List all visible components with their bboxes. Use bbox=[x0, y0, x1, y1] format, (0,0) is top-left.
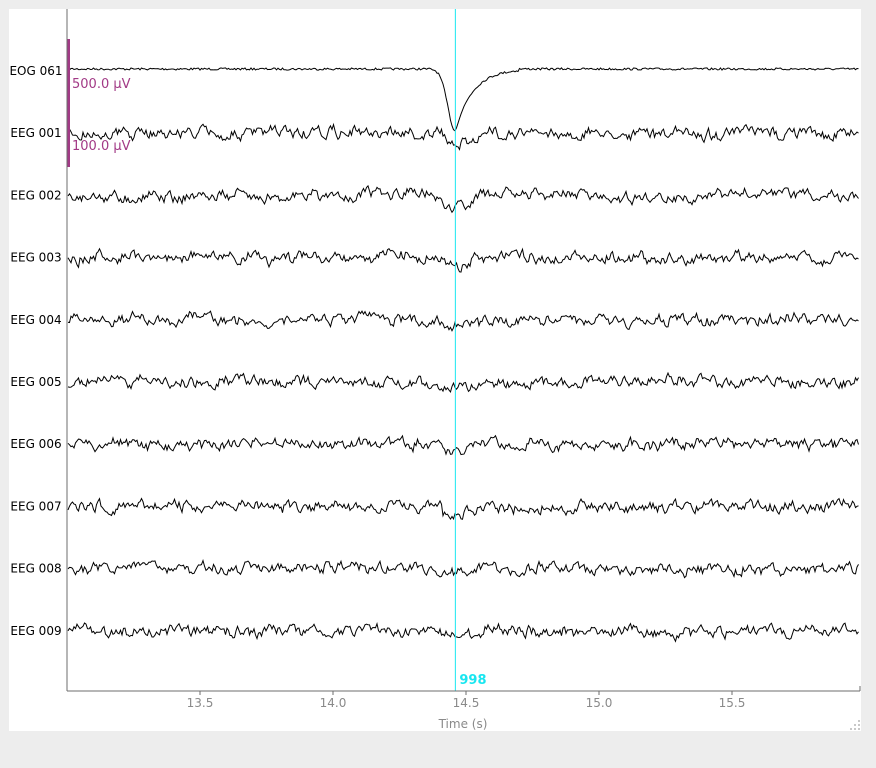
channel-trace[interactable] bbox=[67, 558, 859, 579]
channel-trace[interactable] bbox=[67, 184, 859, 214]
channel-label[interactable]: EEG 002 bbox=[10, 188, 61, 202]
raw-data-figure[interactable]: EOG 061 EEG 001 EEG 002 EEG 003 EEG 004 EEG 0… bbox=[9, 9, 861, 731]
channel-label[interactable]: EEG 006 bbox=[10, 437, 61, 451]
channel-trace[interactable] bbox=[67, 622, 859, 643]
channel-trace[interactable] bbox=[67, 247, 859, 273]
channel-label[interactable]: EEG 003 bbox=[10, 251, 61, 265]
x-axis-label: Time (s) bbox=[438, 717, 488, 731]
x-tick-label: 15.0 bbox=[586, 696, 613, 710]
channel-label[interactable]: EEG 005 bbox=[10, 375, 61, 389]
channel-trace[interactable] bbox=[67, 67, 859, 132]
scale-bar-label: 500.0 µV bbox=[72, 77, 131, 92]
scale-bar-label: 100.0 µV bbox=[72, 139, 131, 154]
channel-label[interactable]: EEG 007 bbox=[10, 499, 61, 513]
channel-trace[interactable] bbox=[67, 434, 859, 456]
x-tick-label: 15.5 bbox=[719, 696, 746, 710]
eeg-browser-plot[interactable]: EOG 061 EEG 001 EEG 002 EEG 003 EEG 004 EEG 0… bbox=[9, 9, 861, 731]
event-marker-label: 998 bbox=[459, 673, 486, 688]
channel-trace[interactable] bbox=[67, 122, 859, 151]
x-tick-label: 14.5 bbox=[453, 696, 480, 710]
channel-trace[interactable] bbox=[67, 371, 859, 393]
channel-label[interactable]: EEG 008 bbox=[10, 562, 61, 576]
x-tick-label: 14.0 bbox=[320, 696, 347, 710]
channel-trace[interactable] bbox=[67, 310, 859, 332]
channel-label[interactable]: EEG 004 bbox=[10, 313, 61, 327]
x-tick-label: 13.5 bbox=[187, 696, 214, 710]
channel-label[interactable]: EEG 009 bbox=[10, 624, 61, 638]
channel-trace[interactable] bbox=[67, 497, 859, 521]
resize-grip-icon[interactable] bbox=[849, 719, 861, 731]
channel-label[interactable]: EOG 061 bbox=[9, 64, 62, 78]
channel-label[interactable]: EEG 001 bbox=[10, 126, 61, 140]
